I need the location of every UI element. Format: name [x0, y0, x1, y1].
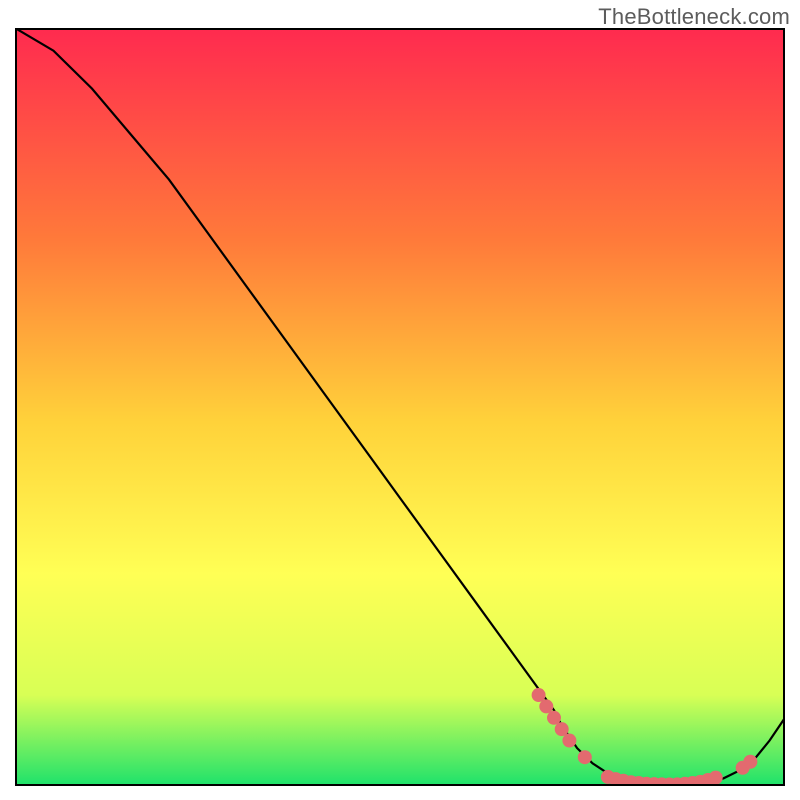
marker-point: [709, 771, 723, 785]
marker-point: [547, 711, 561, 725]
watermark-text: TheBottleneck.com: [598, 4, 790, 30]
chart-svg: [15, 28, 785, 786]
marker-point: [555, 722, 569, 736]
marker-point: [578, 750, 592, 764]
marker-point: [532, 688, 546, 702]
gradient-background: [15, 28, 785, 786]
marker-point: [562, 734, 576, 748]
plot-area: [15, 28, 785, 786]
chart-container: TheBottleneck.com: [0, 0, 800, 800]
marker-point: [539, 699, 553, 713]
marker-point: [743, 755, 757, 769]
